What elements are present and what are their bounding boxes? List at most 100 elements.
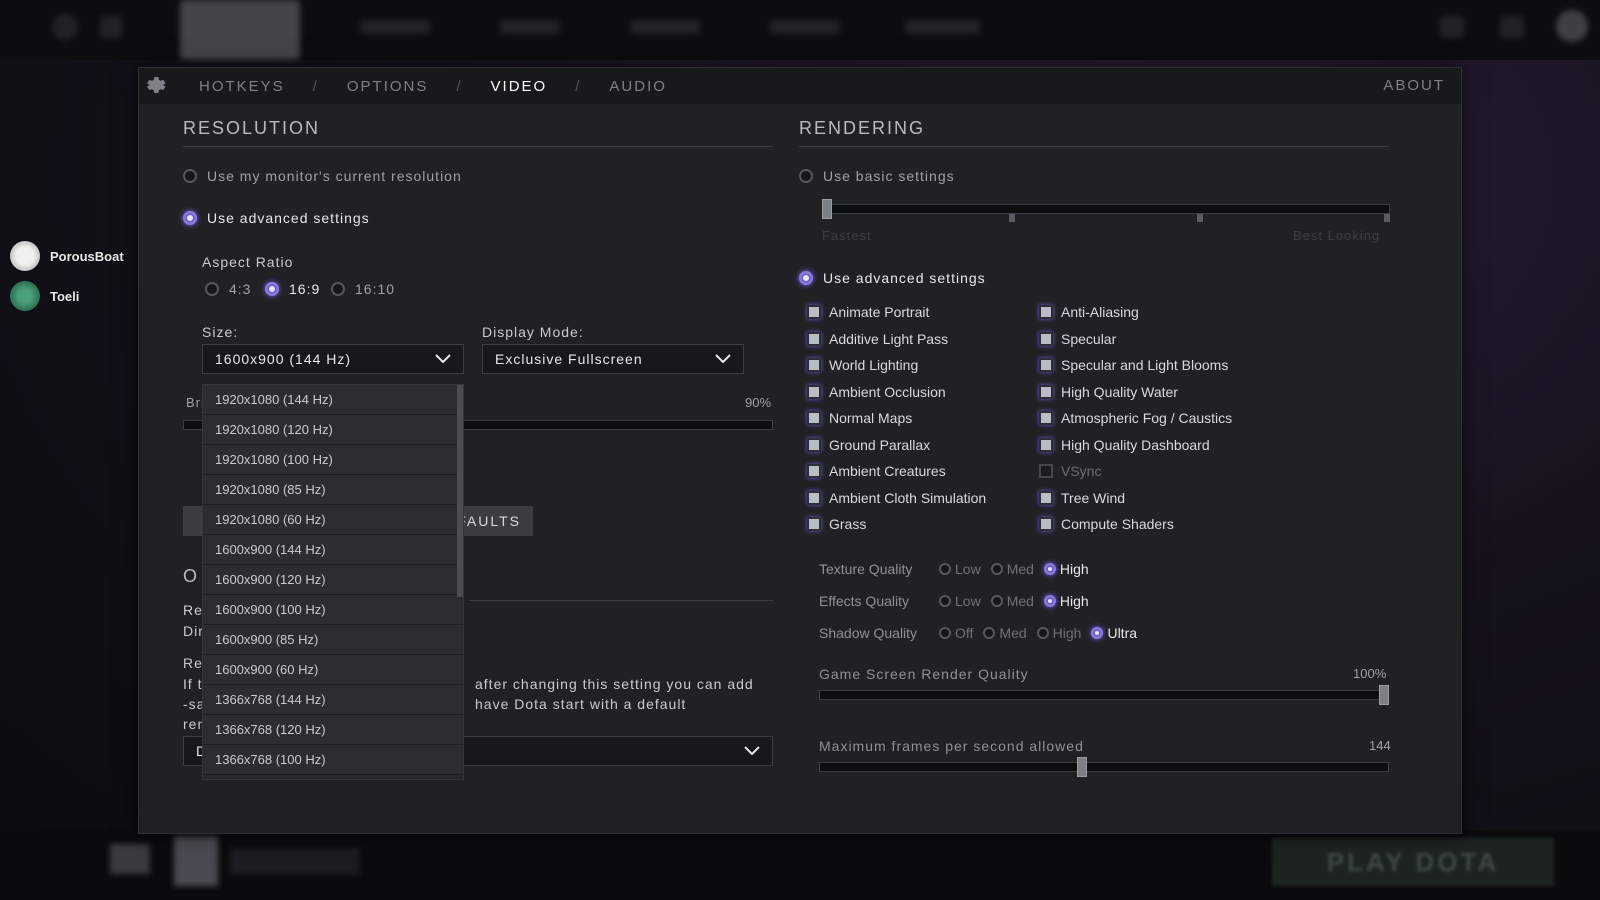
gear-icon[interactable] (145, 74, 169, 98)
checkbox-animate-portrait[interactable]: Animate Portrait (807, 304, 929, 320)
checkbox-box[interactable] (807, 358, 821, 372)
use-advanced-rendering-option[interactable]: Use advanced settings (799, 270, 986, 286)
checkbox-box[interactable] (807, 437, 821, 452)
radio-button[interactable] (331, 282, 345, 296)
hero-portrait[interactable] (180, 0, 300, 60)
tab-hotkeys[interactable]: HOTKEYS (199, 78, 285, 95)
size-option-item[interactable]: 1366x768 (144 Hz) (203, 685, 463, 715)
checkbox-anti-aliasing[interactable]: Anti-Aliasing (1039, 304, 1139, 320)
tab-video[interactable]: VIDEO (491, 78, 548, 95)
checkbox-box[interactable] (807, 464, 821, 478)
use-advanced-resolution-option[interactable]: Use advanced settings (183, 210, 370, 226)
size-option-item[interactable]: 1366x768 (120 Hz) (203, 715, 463, 745)
nav-item-blurred-1[interactable] (360, 20, 430, 34)
shadow-option-off[interactable]: Off (939, 625, 973, 641)
radio-button[interactable] (1043, 563, 1056, 575)
texture-option-med[interactable]: Med (990, 561, 1034, 577)
checkbox-world-lighting[interactable]: World Lighting (807, 357, 918, 373)
checkbox-grass[interactable]: Grass (807, 516, 866, 532)
radio-button[interactable] (990, 595, 1003, 607)
checkbox-atmospheric-fog-caustics[interactable]: Atmospheric Fog / Caustics (1039, 410, 1232, 426)
aspect-16-10-option[interactable]: 16:10 (331, 281, 395, 297)
bottom-portrait[interactable] (174, 836, 218, 886)
radio-button[interactable] (183, 169, 197, 183)
friend-item[interactable]: PorousBoat (10, 236, 124, 276)
size-option-item[interactable]: 1920x1080 (100 Hz) (203, 445, 463, 475)
basic-quality-slider-thumb[interactable] (822, 199, 832, 219)
checkbox-ground-parallax[interactable]: Ground Parallax (807, 437, 930, 453)
nav-item-blurred-3[interactable] (630, 20, 700, 34)
radio-button[interactable] (990, 563, 1003, 575)
size-option-item[interactable]: 1600x900 (85 Hz) (203, 625, 463, 655)
checkbox-high-quality-water[interactable]: High Quality Water (1039, 384, 1178, 400)
use-monitor-resolution-option[interactable]: Use my monitor's current resolution (183, 168, 462, 184)
scrollbar[interactable] (457, 385, 463, 597)
texture-option-high[interactable]: High (1043, 561, 1089, 577)
shadow-option-med[interactable]: Med (983, 625, 1027, 641)
checkbox-high-quality-dashboard[interactable]: High Quality Dashboard (1039, 437, 1210, 453)
basic-quality-slider[interactable] (822, 204, 1390, 214)
radio-button[interactable] (799, 169, 813, 183)
radio-button[interactable] (183, 211, 197, 225)
checkbox-additive-light-pass[interactable]: Additive Light Pass (807, 331, 948, 347)
size-option-item[interactable]: 1920x1080 (85 Hz) (203, 475, 463, 505)
checkbox-ambient-cloth-simulation[interactable]: Ambient Cloth Simulation (807, 490, 986, 506)
checkbox-box[interactable] (807, 331, 821, 346)
size-option-item[interactable]: 1366x768 (100 Hz) (203, 745, 463, 775)
size-option-item[interactable]: 1600x900 (144 Hz) (203, 535, 463, 565)
checkbox-box[interactable] (807, 411, 821, 425)
friend-item[interactable]: Toeli (10, 276, 124, 316)
effects-option-med[interactable]: Med (990, 593, 1034, 609)
size-option-item[interactable]: 1920x1080 (60 Hz) (203, 505, 463, 535)
radio-button[interactable] (265, 282, 279, 296)
texture-option-low[interactable]: Low (939, 561, 981, 577)
checkbox-ambient-creatures[interactable]: Ambient Creatures (807, 463, 946, 479)
radio-button[interactable] (799, 271, 813, 285)
checkbox-box[interactable] (807, 305, 821, 319)
nav-item-blurred-4[interactable] (770, 20, 840, 34)
checkbox-ambient-occlusion[interactable]: Ambient Occlusion (807, 384, 946, 400)
checkbox-specular-and-light-blooms[interactable]: Specular and Light Blooms (1039, 357, 1228, 373)
checkbox-box[interactable] (1039, 464, 1053, 478)
checkbox-box[interactable] (807, 384, 821, 399)
render-quality-slider-thumb[interactable] (1379, 685, 1389, 705)
checkbox-normal-maps[interactable]: Normal Maps (807, 410, 912, 426)
aspect-4-3-option[interactable]: 4:3 (205, 281, 251, 297)
radio-button[interactable] (939, 627, 951, 639)
about-link[interactable]: ABOUT (1383, 68, 1445, 104)
checkbox-box[interactable] (1039, 490, 1053, 505)
radio-button[interactable] (939, 563, 951, 575)
friends-icon[interactable] (1500, 16, 1524, 38)
radio-button[interactable] (1036, 627, 1049, 639)
back-icon[interactable] (100, 16, 122, 38)
radio-button[interactable] (983, 627, 996, 639)
nav-item-blurred-2[interactable] (500, 20, 560, 34)
bottom-icon-1[interactable] (110, 844, 150, 874)
user-avatar[interactable] (1556, 10, 1588, 42)
size-option-item[interactable]: 1600x900 (60 Hz) (203, 655, 463, 685)
checkbox-box[interactable] (1039, 305, 1053, 319)
radio-button[interactable] (205, 282, 219, 296)
radio-button[interactable] (1091, 627, 1104, 639)
radio-button[interactable] (1043, 595, 1056, 607)
checkbox-vsync[interactable]: VSync (1039, 463, 1101, 479)
max-fps-slider[interactable] (819, 762, 1389, 772)
display-mode-dropdown[interactable]: Exclusive Fullscreen (482, 344, 744, 374)
tab-audio[interactable]: AUDIO (609, 78, 667, 95)
checkbox-box[interactable] (1039, 437, 1053, 452)
checkbox-tree-wind[interactable]: Tree Wind (1039, 490, 1125, 506)
size-dropdown[interactable]: 1600x900 (144 Hz) (202, 344, 464, 374)
size-options-list[interactable]: 1920x1080 (144 Hz) 1920x1080 (120 Hz) 1920… (202, 384, 464, 780)
checkbox-box[interactable] (1039, 517, 1053, 531)
effects-option-high[interactable]: High (1043, 593, 1089, 609)
use-basic-settings-option[interactable]: Use basic settings (799, 168, 955, 184)
size-option-item[interactable]: 1600x900 (100 Hz) (203, 595, 463, 625)
aspect-16-9-option[interactable]: 16:9 (265, 281, 320, 297)
checkbox-box[interactable] (1039, 358, 1053, 372)
size-option-item[interactable]: 1920x1080 (144 Hz) (203, 385, 463, 415)
nav-item-blurred-5[interactable] (905, 20, 980, 34)
shadow-option-high[interactable]: High (1036, 625, 1081, 641)
render-quality-slider[interactable] (819, 690, 1389, 700)
max-fps-slider-thumb[interactable] (1076, 757, 1087, 777)
shadow-option-ultra[interactable]: Ultra (1091, 625, 1137, 641)
